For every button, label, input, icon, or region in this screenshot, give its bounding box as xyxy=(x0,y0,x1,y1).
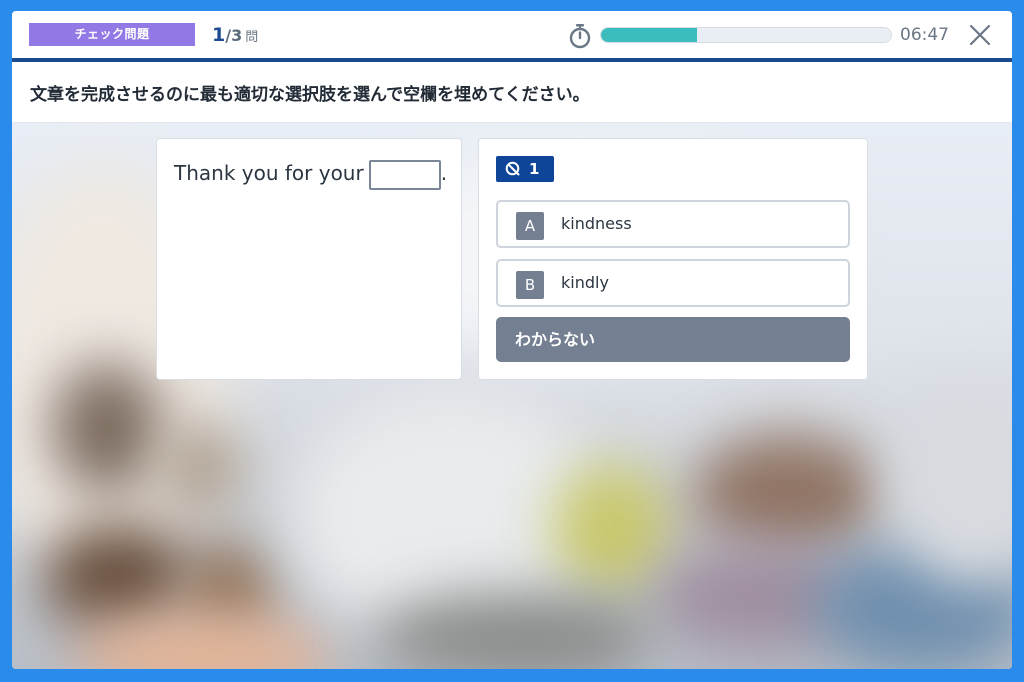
sentence-text: Thank you for your xyxy=(174,161,364,185)
counter-total: /3 xyxy=(225,26,243,45)
question-number: 1 xyxy=(529,160,540,178)
sentence-ending: . xyxy=(440,161,448,185)
option-text: kindness xyxy=(561,214,632,233)
header: チェック問題 1/3 問 06:47 xyxy=(12,11,1012,58)
time-remaining: 06:47 xyxy=(900,25,949,45)
dont-know-button[interactable]: わからない xyxy=(496,317,850,362)
option-letter: B xyxy=(516,271,544,299)
question-counter: 1/3 問 xyxy=(212,21,258,49)
question-sentence: Thank you for your. xyxy=(174,155,447,191)
close-icon[interactable] xyxy=(967,22,993,48)
answer-blank xyxy=(368,159,441,190)
option-b[interactable]: B kindly xyxy=(496,259,850,307)
counter-current: 1 xyxy=(212,24,226,46)
stopwatch-icon xyxy=(569,24,591,49)
question-number-badge: 1 xyxy=(496,156,554,182)
options-card: 1 A kindness B kindly わからない xyxy=(478,138,868,380)
quiz-window: チェック問題 1/3 問 06:47 文章を完成させるのに最も適切な選択肢を選んで… xyxy=(12,11,1012,669)
option-letter: A xyxy=(516,212,544,240)
time-progress-bar xyxy=(600,27,892,43)
check-question-badge: チェック問題 xyxy=(29,23,195,46)
option-text: kindly xyxy=(561,273,609,292)
instruction-bar: 文章を完成させるのに最も適切な選択肢を選んで空欄を埋めてください。 xyxy=(12,62,1012,123)
option-a[interactable]: A kindness xyxy=(496,200,850,248)
counter-unit: 問 xyxy=(245,30,259,45)
time-progress-fill xyxy=(601,28,697,42)
instruction-text: 文章を完成させるのに最も適切な選択肢を選んで空欄を埋めてください。 xyxy=(30,85,590,105)
sentence-card: Thank you for your. xyxy=(156,138,462,380)
question-icon xyxy=(505,161,520,176)
